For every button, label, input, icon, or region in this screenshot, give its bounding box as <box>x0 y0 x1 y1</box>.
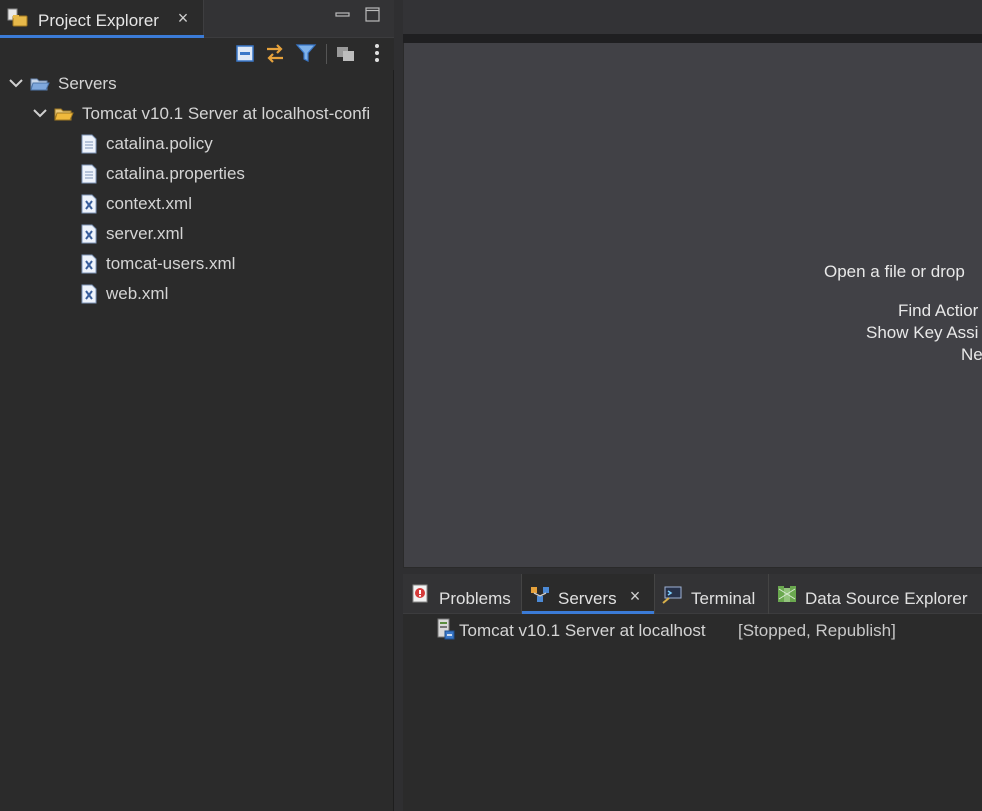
tree-item-label: Servers <box>58 74 117 93</box>
editor-area[interactable]: Open a file or drop Find Actior Show Key… <box>403 43 982 568</box>
tree-item-label: tomcat-users.xml <box>106 254 236 273</box>
filter-icon[interactable] <box>294 41 318 65</box>
tab-servers[interactable]: Servers × <box>522 574 655 614</box>
tree-item-label: web.xml <box>106 284 169 303</box>
server-status: [Stopped, Republish] <box>738 621 896 640</box>
tree-item-label: catalina.policy <box>106 134 213 153</box>
tab-project-explorer-label: Project Explorer <box>38 11 159 30</box>
open-folder-icon <box>54 108 74 121</box>
open-folder-icon <box>30 78 50 91</box>
project-explorer-toolbar <box>0 38 394 70</box>
project-explorer-icon <box>7 8 28 27</box>
tree-item-label: context.xml <box>106 194 192 213</box>
tree-item-label: catalina.properties <box>106 164 245 183</box>
server-list-item[interactable]: Tomcat v10.1 Server at localhost [Stoppe… <box>403 614 982 644</box>
link-with-editor-icon[interactable] <box>263 41 287 65</box>
tree-item-file[interactable]: catalina.properties <box>0 160 394 188</box>
tree-item-file[interactable]: context.xml <box>0 190 394 218</box>
view-menu-icon[interactable] <box>365 41 389 65</box>
project-explorer-tabbar: Project Explorer × <box>0 0 394 38</box>
tab-problems[interactable]: Problems <box>403 574 522 614</box>
collapse-all-icon[interactable] <box>233 41 257 65</box>
problems-icon <box>412 584 428 603</box>
tab-label: Servers <box>558 589 617 608</box>
tab-label: Terminal <box>691 589 756 608</box>
tree-item-file[interactable]: web.xml <box>0 280 394 308</box>
maximize-icon[interactable] <box>364 6 382 24</box>
chevron-down-icon[interactable] <box>8 75 24 91</box>
tree-item-label: server.xml <box>106 224 184 243</box>
tab-data-source-explorer[interactable]: Data Source Explorer <box>769 574 982 614</box>
tree-item-servers[interactable]: Servers <box>0 70 394 98</box>
editor-hint-find-actions: Find Actior <box>898 301 979 320</box>
toolbar-separator <box>326 44 327 64</box>
tree-item-file[interactable]: tomcat-users.xml <box>0 250 394 278</box>
editor-border <box>403 34 982 43</box>
server-name: Tomcat v10.1 Server at localhost <box>459 621 706 640</box>
text-file-icon <box>81 134 97 154</box>
tree-item-label: Tomcat v10.1 Server at localhost-confi <box>82 104 371 123</box>
servers-icon <box>531 587 549 602</box>
working-set-icon[interactable] <box>334 41 358 65</box>
data-source-icon <box>778 586 796 602</box>
tab-label: Data Source Explorer <box>805 589 968 608</box>
xml-file-icon <box>81 194 97 214</box>
close-icon[interactable]: × <box>626 587 644 605</box>
terminal-icon <box>662 586 682 604</box>
xml-file-icon <box>81 224 97 244</box>
editor-hint-show-key-assist: Show Key Assi <box>866 323 979 342</box>
tab-label: Problems <box>439 589 511 608</box>
text-file-icon <box>81 164 97 184</box>
tab-project-explorer[interactable]: Project Explorer × <box>0 0 204 38</box>
bottom-tabbar: Problems Servers × Terminal Data Source … <box>403 574 982 614</box>
xml-file-icon <box>81 284 97 304</box>
close-icon[interactable]: × <box>174 9 192 27</box>
tab-terminal[interactable]: Terminal <box>655 574 769 614</box>
project-explorer-view: Project Explorer × Servers Tomcat v10.1 … <box>0 0 394 811</box>
editor-hint-open-file: Open a file or drop <box>824 262 965 281</box>
sash-divider[interactable] <box>394 0 403 811</box>
chevron-down-icon[interactable] <box>32 105 48 121</box>
tree-item-file[interactable]: catalina.policy <box>0 130 394 158</box>
editor-tabbar <box>403 0 982 34</box>
bottom-view-stack: Problems Servers × Terminal Data Source … <box>403 574 982 811</box>
tree-item-tomcat-config[interactable]: Tomcat v10.1 Server at localhost-confi <box>0 100 394 128</box>
server-icon <box>437 618 455 640</box>
minimize-icon[interactable] <box>334 6 352 24</box>
xml-file-icon <box>81 254 97 274</box>
editor-hint-new: Ne <box>961 345 982 364</box>
tree-item-file[interactable]: server.xml <box>0 220 394 248</box>
